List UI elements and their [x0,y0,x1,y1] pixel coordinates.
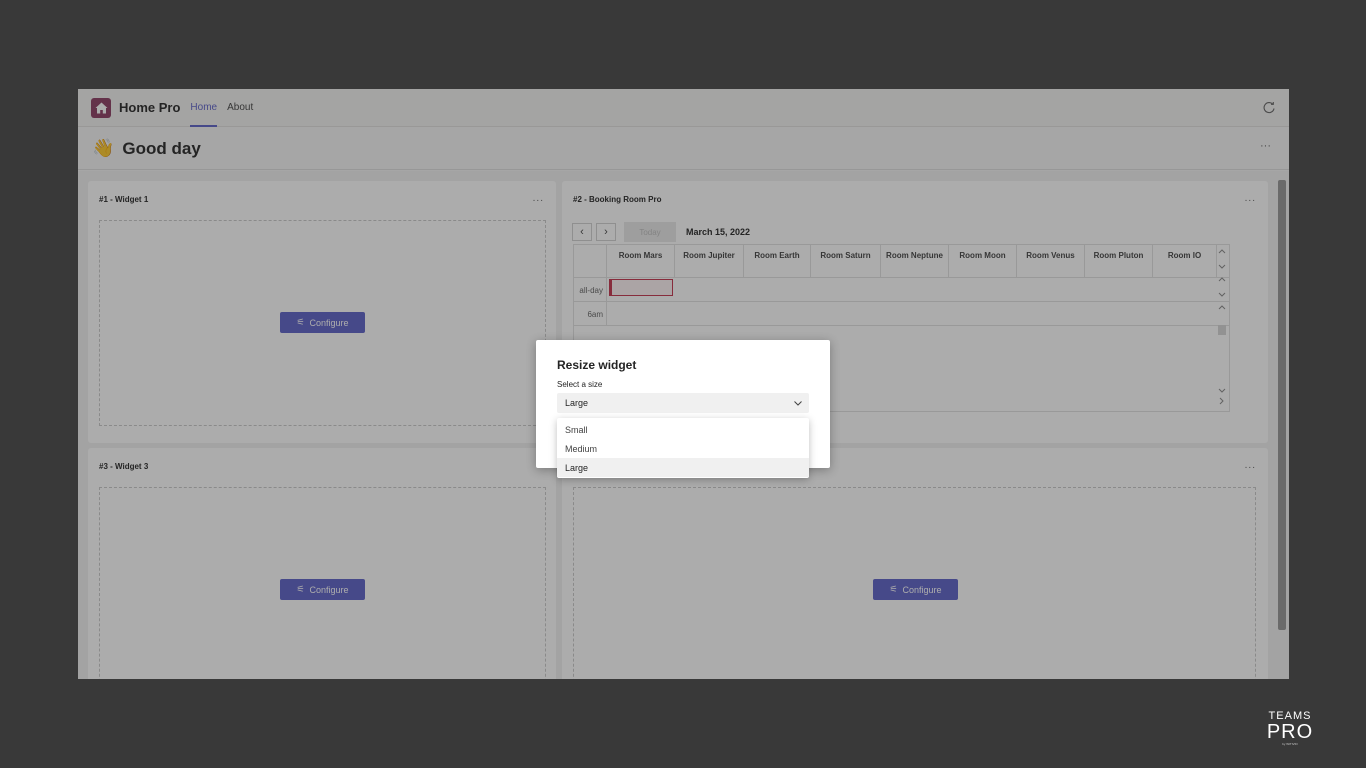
size-select-label: Select a size [557,380,603,389]
size-dropdown[interactable]: Large [557,393,809,413]
dialog-title: Resize widget [557,358,637,372]
chevron-down-icon [794,401,802,406]
size-option-large[interactable]: Large [557,458,809,477]
page-scrollbar[interactable] [1277,170,1287,678]
teams-pro-logo: TEAMS PRO by WITIVIO [1265,710,1315,746]
scrollbar-thumb[interactable] [1278,180,1286,630]
size-option-small[interactable]: Small [557,420,809,439]
size-options-list: Small Medium Large [557,418,809,478]
size-dropdown-value: Large [565,398,589,408]
size-option-medium[interactable]: Medium [557,439,809,458]
brand-line-2: PRO [1266,721,1314,743]
